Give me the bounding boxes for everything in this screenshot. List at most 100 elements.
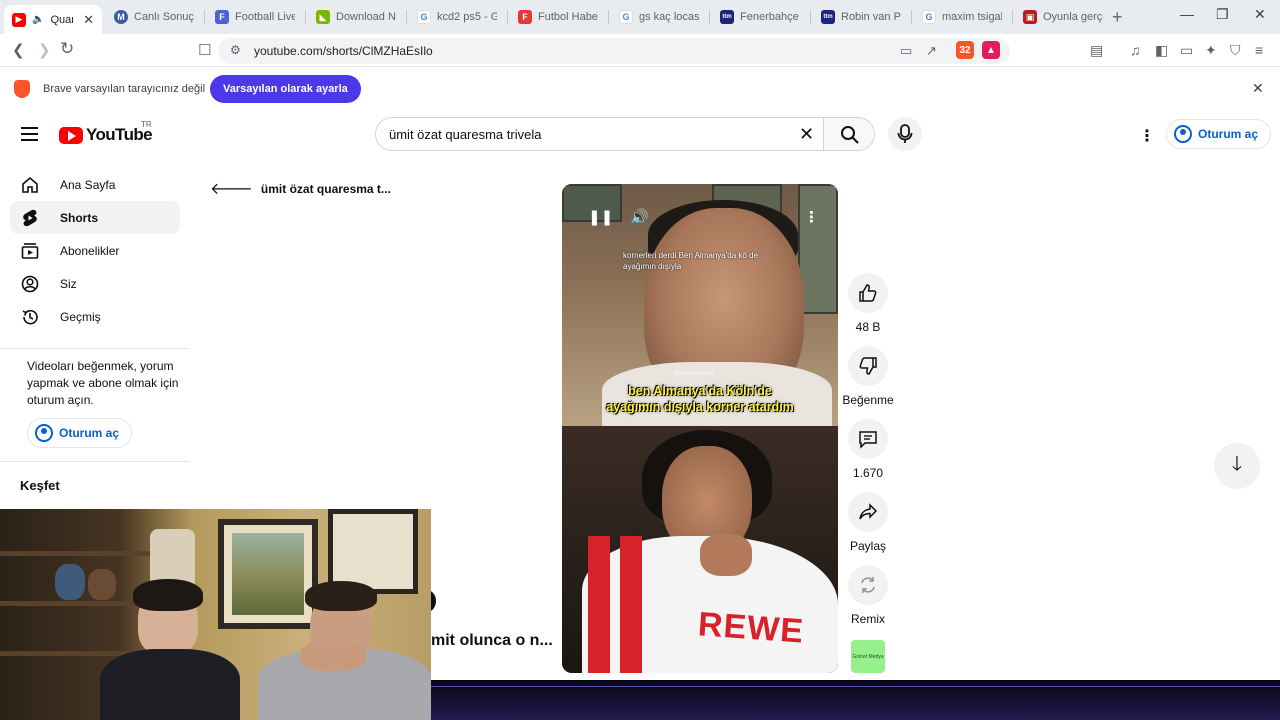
signin-button[interactable]: Oturum aç [1166,119,1272,149]
channel-avatar[interactable]: Golnet Medya [851,640,885,673]
dislike-button[interactable]: Beğenme [842,346,894,407]
like-count: 48 B [855,320,881,334]
search-icon [841,126,859,144]
bookshelf [0,601,150,606]
settings-more-icon[interactable]: ⋮ [1139,126,1155,146]
volume-icon[interactable]: 🔊 [630,208,649,226]
share-circle [848,492,888,532]
tab-separator [810,10,811,24]
home-icon [22,176,38,193]
tab-separator [406,10,407,24]
next-short-button[interactable]: 🡓 [1214,443,1260,489]
back-icon[interactable]: ❮ [12,41,25,59]
tab-label: Fenerbahçe S [740,11,800,23]
reload-icon[interactable]: ↻ [60,39,74,59]
site-info-icon[interactable]: ⚙ [230,43,241,57]
screen: ▶ 🔈 Quare ✕ M Canlı Sonuçla F Football L… [0,0,1280,720]
bookshelf [0,551,150,556]
infobar-message: Brave varsayılan tarayıcınız değil [43,83,206,95]
site-favicon-icon: ttm [821,10,835,24]
site-favicon-icon: ▣ [1023,10,1037,24]
wallet-icon[interactable]: ▭ [1180,42,1193,59]
sidebar-toggle-icon[interactable]: ◧ [1155,42,1168,59]
leo-ai-icon[interactable]: ✦ [1205,42,1217,59]
google-favicon-icon: G [922,10,936,24]
tab-gs-search[interactable]: G gs kaç locası [611,5,707,29]
youtube-favicon-icon: ▶ [12,12,26,27]
sidebar-item-label: Abonelikler [60,244,120,258]
new-tab-button[interactable]: + [1112,7,1123,28]
sidebar-item-home[interactable]: Ana Sayfa [10,168,180,201]
voice-search-button[interactable] [888,117,922,151]
sidebar-signin-button[interactable]: Oturum aç [27,418,133,448]
tab-football-live[interactable]: F Football Live [207,5,303,29]
reader-mode-icon[interactable]: ▤ [1090,42,1103,59]
wall-photo [798,184,838,314]
sidebar-item-label: Shorts [60,211,99,225]
tab-maxim-search[interactable]: G maxim tsigali [914,5,1010,29]
pause-icon[interactable]: ❚❚ [588,208,613,226]
close-window-icon[interactable]: ✕ [1254,6,1266,23]
set-default-button[interactable]: Varsayılan olarak ayarla [210,75,361,103]
arrow-down-icon: 🡓 [1231,453,1243,475]
tab-youtube[interactable]: ▶ 🔈 Quare ✕ [4,5,102,34]
search-button[interactable] [823,118,874,150]
brave-shields-icon[interactable]: 32 [956,41,974,59]
arrow-left-icon: 🡐 [210,181,253,198]
bookmark-icon[interactable]: ☐ [198,41,211,59]
country-code: TR [141,120,152,129]
speaker-icon: 🔈 [32,14,45,25]
person-right-hair [305,581,377,611]
tab-fenerbahce[interactable]: ttm Fenerbahçe S [712,5,808,29]
minimize-window-icon[interactable]: — [1180,6,1194,22]
more-options-icon[interactable]: ⋮ [804,208,819,226]
sidebar-item-you[interactable]: Siz [10,267,180,300]
tab-label: Canlı Sonuçla [134,11,194,23]
search-box[interactable]: ümit özat quaresma trivela ✕ [375,117,875,151]
comments-button[interactable]: 1.670 [848,419,888,480]
browser-menu-icon[interactable]: ≡ [1255,42,1263,58]
history-icon [22,309,38,325]
vpn-icon[interactable]: ⛉ [1230,42,1241,59]
tab-robin-van-persie[interactable]: ttm Robin van Pe [813,5,909,29]
tab-download-nvidia[interactable]: ◣ Download Nv [308,5,404,29]
menu-icon[interactable] [21,127,38,141]
address-bar[interactable]: ⚙ youtube.com/shorts/ClMZHaEsIlo ▭ ↗ 32 … [218,38,1010,64]
account-icon [35,424,53,442]
caption-line: ayağımın dışıyla korner atardım [606,400,794,414]
forward-icon[interactable]: ❯ [38,41,51,59]
tab-futbol-haber[interactable]: F Futbol Haber [510,5,606,29]
player-fist [700,534,752,576]
infobar-close-icon[interactable]: ✕ [1252,80,1264,97]
you-icon [21,275,39,293]
tab-oyunla[interactable]: ▣ Oyunla gerçe [1015,5,1111,29]
tab-label: Robin van Pe [841,11,901,23]
like-button[interactable]: 48 B [848,273,888,334]
clear-search-icon[interactable]: ✕ [799,124,814,145]
search-input[interactable]: ümit özat quaresma trivela [389,127,541,142]
brave-rewards-icon[interactable]: ▲ [982,41,1000,59]
remix-icon [861,577,875,593]
back-to-search-link[interactable]: 🡐 ümit özat quaresma t... [210,178,391,199]
share-label: Paylaş [849,539,887,553]
sidebar-item-history[interactable]: Geçmiş [10,300,180,333]
restore-window-icon[interactable]: ❐ [1216,6,1229,23]
browser-toolbar: ❮ ❯ ↻ ☐ ⚙ youtube.com/shorts/ClMZHaEsIlo… [0,34,1280,67]
brave-logo-icon [14,80,30,98]
shorts-video-player[interactable]: REWE ❚❚ 🔊 ⋮ kornerleri derdi Ben Almanya… [562,184,838,673]
sidebar-item-shorts[interactable]: Shorts [10,201,180,234]
tab-label: Futbol Haber [538,11,598,23]
signin-label: Oturum aç [1198,127,1259,141]
media-icon[interactable]: ♫ [1130,42,1141,58]
youtube-logo[interactable]: YouTube TR [59,120,153,145]
caption-small: kornerleri derdi Ben Almanya'da kö de ay… [623,251,758,271]
sidebar-item-subscriptions[interactable]: Abonelikler [10,234,180,267]
cast-icon[interactable]: ▭ [900,43,912,59]
close-tab-icon[interactable]: ✕ [83,12,94,28]
share-page-icon[interactable]: ↗ [926,43,937,59]
share-button[interactable]: Paylaş [848,492,888,553]
remix-button[interactable]: Remix [848,565,888,626]
tab-canli-sonuclar[interactable]: M Canlı Sonuçla [106,5,202,29]
tab-kcd2-search[interactable]: G kcd2 ps5 - G [409,5,505,29]
tab-label: Football Live [235,11,295,23]
